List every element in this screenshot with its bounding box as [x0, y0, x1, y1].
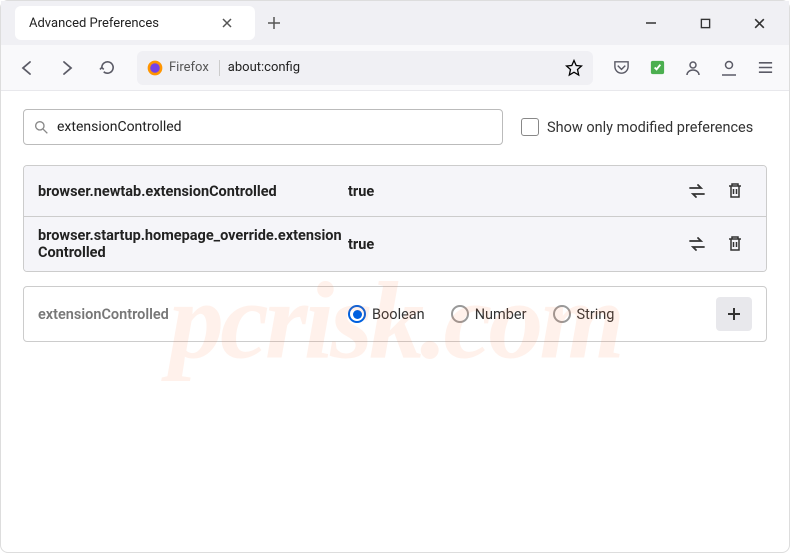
- search-row: Show only modified preferences: [23, 109, 767, 145]
- account-icon[interactable]: [679, 54, 707, 82]
- toggle-button[interactable]: [680, 176, 714, 206]
- radio-string[interactable]: String: [553, 305, 615, 323]
- add-preference-row: extensionControlled Boolean Number Strin…: [23, 286, 767, 342]
- close-window-button[interactable]: [737, 7, 781, 39]
- radio-label: Number: [475, 306, 527, 323]
- forward-button[interactable]: [51, 52, 83, 84]
- preference-value: true: [348, 183, 680, 200]
- show-modified-checkbox[interactable]: Show only modified preferences: [521, 118, 753, 136]
- firefox-label: Firefox: [169, 60, 209, 75]
- page-content: Show only modified preferences browser.n…: [1, 91, 789, 360]
- radio-label: Boolean: [372, 306, 425, 323]
- type-radio-group: Boolean Number String: [348, 305, 716, 323]
- reload-button[interactable]: [91, 52, 123, 84]
- minimize-button[interactable]: [629, 7, 673, 39]
- titlebar: Advanced Preferences: [1, 1, 789, 45]
- toggle-button[interactable]: [680, 229, 714, 259]
- back-button[interactable]: [11, 52, 43, 84]
- address-bar[interactable]: Firefox about:config: [137, 51, 593, 85]
- radio-label: String: [577, 306, 615, 323]
- preference-value: true: [348, 236, 680, 253]
- new-tab-button[interactable]: [267, 16, 295, 30]
- radio-number[interactable]: Number: [451, 305, 527, 323]
- add-preference-name: extensionControlled: [38, 306, 348, 323]
- search-icon: [34, 120, 49, 135]
- url-text: about:config: [228, 60, 557, 75]
- add-button[interactable]: [716, 297, 752, 331]
- radio-boolean[interactable]: Boolean: [348, 305, 425, 323]
- checkbox-label-text: Show only modified preferences: [547, 119, 753, 136]
- browser-tab[interactable]: Advanced Preferences: [15, 6, 255, 40]
- bookmark-star-icon[interactable]: [565, 59, 583, 77]
- radio-icon: [348, 305, 366, 323]
- preference-row: browser.startup.homepage_override.extens…: [24, 217, 766, 271]
- search-box[interactable]: [23, 109, 503, 145]
- firefox-brand: Firefox: [147, 60, 220, 76]
- extension-icon[interactable]: [643, 54, 671, 82]
- search-input[interactable]: [57, 119, 492, 135]
- hamburger-menu-icon[interactable]: [751, 54, 779, 82]
- pocket-icon[interactable]: [607, 54, 635, 82]
- preference-name: browser.newtab.extensionControlled: [38, 183, 348, 200]
- downloads-icon[interactable]: [715, 54, 743, 82]
- tab-title: Advanced Preferences: [29, 16, 211, 31]
- preference-name: browser.startup.homepage_override.extens…: [38, 227, 348, 261]
- browser-toolbar: Firefox about:config: [1, 45, 789, 91]
- delete-button[interactable]: [718, 229, 752, 259]
- close-tab-icon[interactable]: [221, 17, 241, 29]
- firefox-icon: [147, 60, 163, 76]
- checkbox-icon: [521, 118, 539, 136]
- radio-icon: [451, 305, 469, 323]
- preference-row: browser.newtab.extensionControlled true: [24, 166, 766, 217]
- radio-icon: [553, 305, 571, 323]
- preferences-table: browser.newtab.extensionControlled true …: [23, 165, 767, 272]
- maximize-button[interactable]: [683, 7, 727, 39]
- delete-button[interactable]: [718, 176, 752, 206]
